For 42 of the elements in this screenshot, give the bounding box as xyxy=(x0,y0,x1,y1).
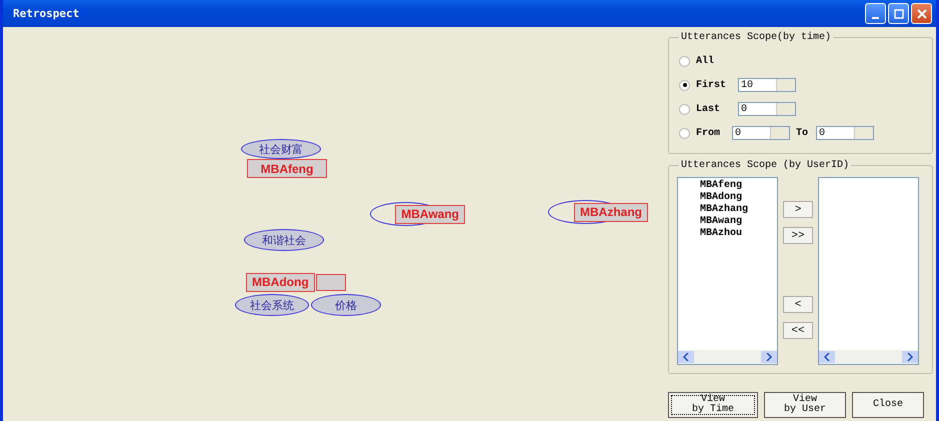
list-item[interactable]: MBAfeng xyxy=(700,180,777,192)
close-icon xyxy=(916,8,926,18)
option-label: All xyxy=(696,56,714,66)
action-button[interactable]: View by Time xyxy=(668,392,758,418)
maximize-icon xyxy=(894,8,904,18)
list-item[interactable]: MBAzhang xyxy=(700,204,777,216)
concept-node[interactable]: 社会财富 xyxy=(241,139,321,159)
list-item[interactable]: MBAdong xyxy=(700,192,777,204)
selected-users-list[interactable] xyxy=(818,177,919,365)
action-button[interactable]: View by User xyxy=(764,392,846,418)
list-item[interactable]: MBAzhou xyxy=(700,228,777,240)
move-button[interactable]: >> xyxy=(783,227,813,244)
concept-node[interactable]: 和谐社会 xyxy=(244,229,324,251)
group-title: Utterances Scope (by UserID) xyxy=(680,160,850,171)
action-button[interactable]: Close xyxy=(852,392,924,418)
horizontal-scrollbar[interactable] xyxy=(678,350,777,364)
window-title: Retrospect xyxy=(13,7,80,20)
option-label: Last xyxy=(696,104,722,114)
number-spinner[interactable]: 0 xyxy=(738,102,796,116)
move-button[interactable]: << xyxy=(783,322,813,339)
move-button[interactable]: > xyxy=(783,201,813,218)
radio-button[interactable] xyxy=(679,104,690,114)
radio-button[interactable] xyxy=(679,56,690,66)
minimize-button[interactable] xyxy=(865,3,886,24)
concept-node[interactable]: 价格 xyxy=(311,294,381,316)
option-label: From xyxy=(696,128,722,138)
radio-button[interactable] xyxy=(679,80,690,90)
concept-node[interactable]: 社会系统 xyxy=(235,294,309,316)
maximize-button[interactable] xyxy=(888,3,909,24)
minimize-icon xyxy=(872,16,879,18)
list-item[interactable]: MBAwang xyxy=(700,216,777,228)
horizontal-scrollbar[interactable] xyxy=(819,350,918,364)
group-title: Utterances Scope(by time) xyxy=(680,32,832,43)
close-button[interactable] xyxy=(911,3,932,24)
option-label: First xyxy=(696,80,728,90)
number-spinner[interactable]: 0 xyxy=(816,126,874,140)
radio-button[interactable] xyxy=(679,128,690,138)
available-users-list[interactable]: MBAfeng MBAdong MBAzhang MBAwang MBAzhou xyxy=(677,177,778,365)
number-spinner[interactable]: 0 xyxy=(732,126,790,140)
number-spinner[interactable]: 10 xyxy=(738,78,796,92)
option-label: To xyxy=(796,128,810,138)
move-button[interactable]: < xyxy=(783,296,813,313)
